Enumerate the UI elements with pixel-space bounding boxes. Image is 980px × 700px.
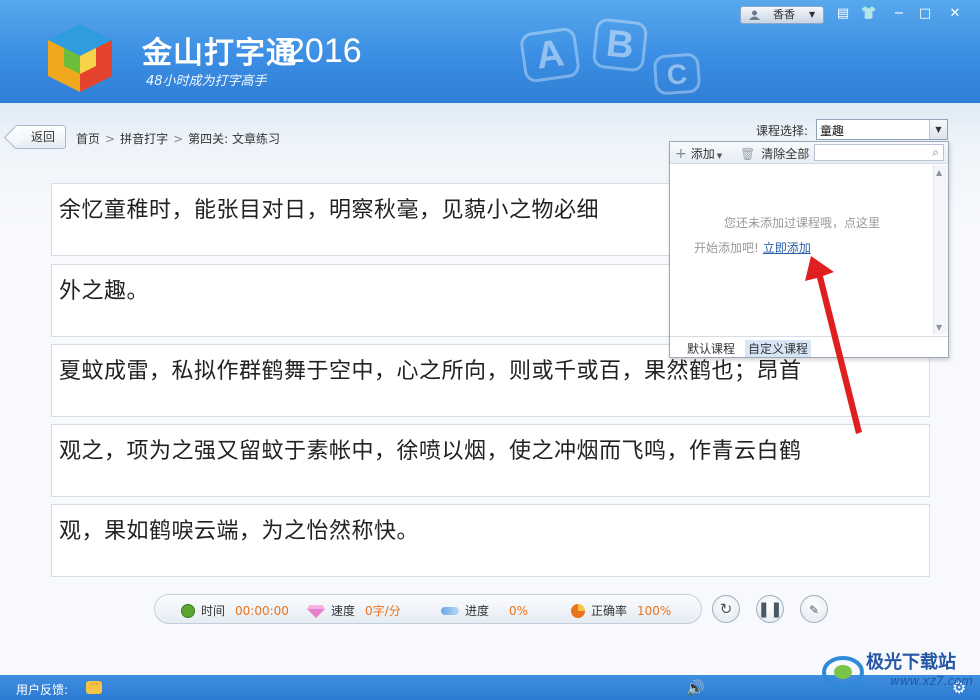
course-dropdown-panel: + 添加 ▼ 🗑 清除全部 ⌕ 您还未添加过课程哦，点这里 开始添加吧! 立即添加 ▲ … — [669, 141, 949, 358]
stats-bar: 时间 00:00:00 速度 0字/分 进度 0% 正确率 100% — [154, 594, 702, 624]
search-icon[interactable]: ⌕ — [932, 145, 939, 160]
user-avatar-icon — [749, 10, 760, 20]
practice-line[interactable]: 观，果如鹤唳云端，为之怡然称快。 — [51, 504, 930, 577]
watermark-text: 极光下载站 — [866, 652, 956, 673]
app-title: 金山打字通 — [142, 36, 297, 71]
app-year: 2016 — [286, 32, 362, 70]
scroll-up-icon[interactable]: ▲ — [936, 168, 942, 177]
add-course-button[interactable]: + 添加 ▼ — [675, 145, 722, 162]
breadcrumb-separator: > — [105, 132, 116, 146]
plus-icon: + — [675, 146, 687, 162]
stat-accuracy: 正确率 100% — [571, 602, 671, 619]
stat-speed-value: 0字/分 — [365, 604, 401, 618]
report-icon: ✎ — [808, 603, 820, 617]
practice-line[interactable]: 观之，项为之强又留蚊于素帐中，徐喷以烟，使之冲烟而飞鸣，作青云白鹤 — [51, 424, 930, 497]
stat-progress-label: 进度 — [465, 604, 490, 618]
close-icon[interactable]: ✕ — [944, 4, 966, 24]
app-header: 金山打字通 2016 48小时成为打字高手 A B C 香香 ▼ ▤ 👕 − □… — [0, 0, 980, 103]
user-menu-button[interactable]: 香香 ▼ — [740, 6, 824, 24]
app-slogan: 48小时成为打字高手 — [146, 74, 267, 89]
empty-message-text: 开始添加吧! — [694, 241, 759, 255]
practice-line-text: 余忆童稚时，能张目对日，明察秋毫，见藐小之物必细 — [59, 198, 600, 223]
chevron-down-icon: ▼ — [716, 152, 723, 160]
practice-line-text: 外之趣。 — [59, 279, 150, 304]
clock-icon — [181, 604, 195, 618]
skin-icon[interactable]: ▤ — [832, 4, 854, 24]
tab-custom-courses[interactable]: 自定义课程 — [745, 340, 812, 357]
watermark: 极光下载站 www.xz7.com — [822, 648, 976, 696]
pause-icon: ❚❚ — [757, 600, 783, 618]
diamond-icon — [307, 605, 325, 618]
pie-chart-icon — [571, 604, 585, 618]
stat-accuracy-value: 100% — [637, 604, 672, 618]
panel-tabs: 默认课程 自定义课程 — [670, 336, 948, 357]
clear-all-button[interactable]: 🗑 清除全部 — [740, 145, 809, 162]
course-select-value: 童趣 — [820, 124, 845, 138]
report-button[interactable]: ✎ — [800, 595, 828, 623]
back-button[interactable]: 返回 — [14, 125, 66, 149]
panel-toolbar: + 添加 ▼ 🗑 清除全部 ⌕ — [670, 142, 948, 164]
stat-speed: 速度 0字/分 — [307, 602, 401, 619]
maximize-icon[interactable]: □ — [914, 4, 936, 24]
practice-line-text: 观，果如鹤唳云端，为之怡然称快。 — [59, 519, 420, 544]
stat-progress-value: 0% — [509, 604, 529, 618]
stat-progress: 进度 0% — [441, 602, 528, 619]
panel-scrollbar[interactable]: ▲ ▼ — [933, 165, 948, 335]
decor-letter-b: B — [591, 17, 649, 73]
stat-time-value: 00:00:00 — [235, 604, 289, 618]
breadcrumb-current: 第四关: 文章练习 — [188, 132, 281, 146]
restart-icon: ↻ — [719, 600, 733, 618]
trash-icon: 🗑 — [740, 147, 756, 161]
empty-message-line2: 开始添加吧! 立即添加 — [694, 239, 811, 256]
stat-time-label: 时间 — [201, 604, 226, 618]
breadcrumb: 首页 > 拼音打字 > 第四关: 文章练习 — [76, 130, 280, 147]
stat-speed-label: 速度 — [331, 604, 356, 618]
course-select-label: 课程选择: — [756, 124, 809, 138]
add-course-label: 添加 — [690, 147, 715, 161]
volume-icon[interactable]: 🔊 — [686, 679, 705, 697]
app-logo-icon — [48, 24, 112, 92]
minimize-icon[interactable]: − — [888, 4, 910, 24]
restart-button[interactable]: ↻ — [712, 595, 740, 623]
progress-icon — [441, 607, 459, 615]
clear-all-label: 清除全部 — [761, 147, 810, 161]
watermark-logo-icon — [822, 656, 864, 688]
watermark-url: www.xz7.com — [890, 674, 973, 688]
scroll-down-icon[interactable]: ▼ — [936, 323, 942, 332]
breadcrumb-home[interactable]: 首页 — [76, 132, 100, 146]
chat-icon[interactable]: ··· — [86, 681, 102, 694]
feedback-label: 用户反馈: — [16, 683, 69, 697]
add-now-link[interactable]: 立即添加 — [763, 241, 811, 255]
course-search-input[interactable]: ⌕ — [814, 144, 944, 161]
chevron-down-icon: ▼ — [809, 10, 816, 19]
stat-accuracy-label: 正确率 — [591, 604, 628, 618]
decor-letter-c: C — [652, 52, 702, 96]
chevron-down-icon[interactable]: ▼ — [929, 120, 947, 139]
decor-letter-a: A — [518, 26, 582, 84]
user-name: 香香 — [773, 8, 795, 21]
back-button-label: 返回 — [30, 130, 55, 144]
empty-message: 您还未添加过课程哦，点这里 — [724, 216, 881, 230]
breadcrumb-pinyin[interactable]: 拼音打字 — [120, 132, 168, 146]
shirt-icon[interactable]: 👕 — [858, 4, 880, 24]
pause-button[interactable]: ❚❚ — [756, 595, 784, 623]
tab-default-courses[interactable]: 默认课程 — [684, 340, 738, 357]
stat-time: 时间 00:00:00 — [181, 602, 289, 619]
practice-line-text: 观之，项为之强又留蚊于素帐中，徐喷以烟，使之冲烟而飞鸣，作青云白鹤 — [59, 439, 802, 464]
course-select[interactable]: 童趣 ▼ — [816, 119, 948, 140]
breadcrumb-separator: > — [173, 132, 184, 146]
